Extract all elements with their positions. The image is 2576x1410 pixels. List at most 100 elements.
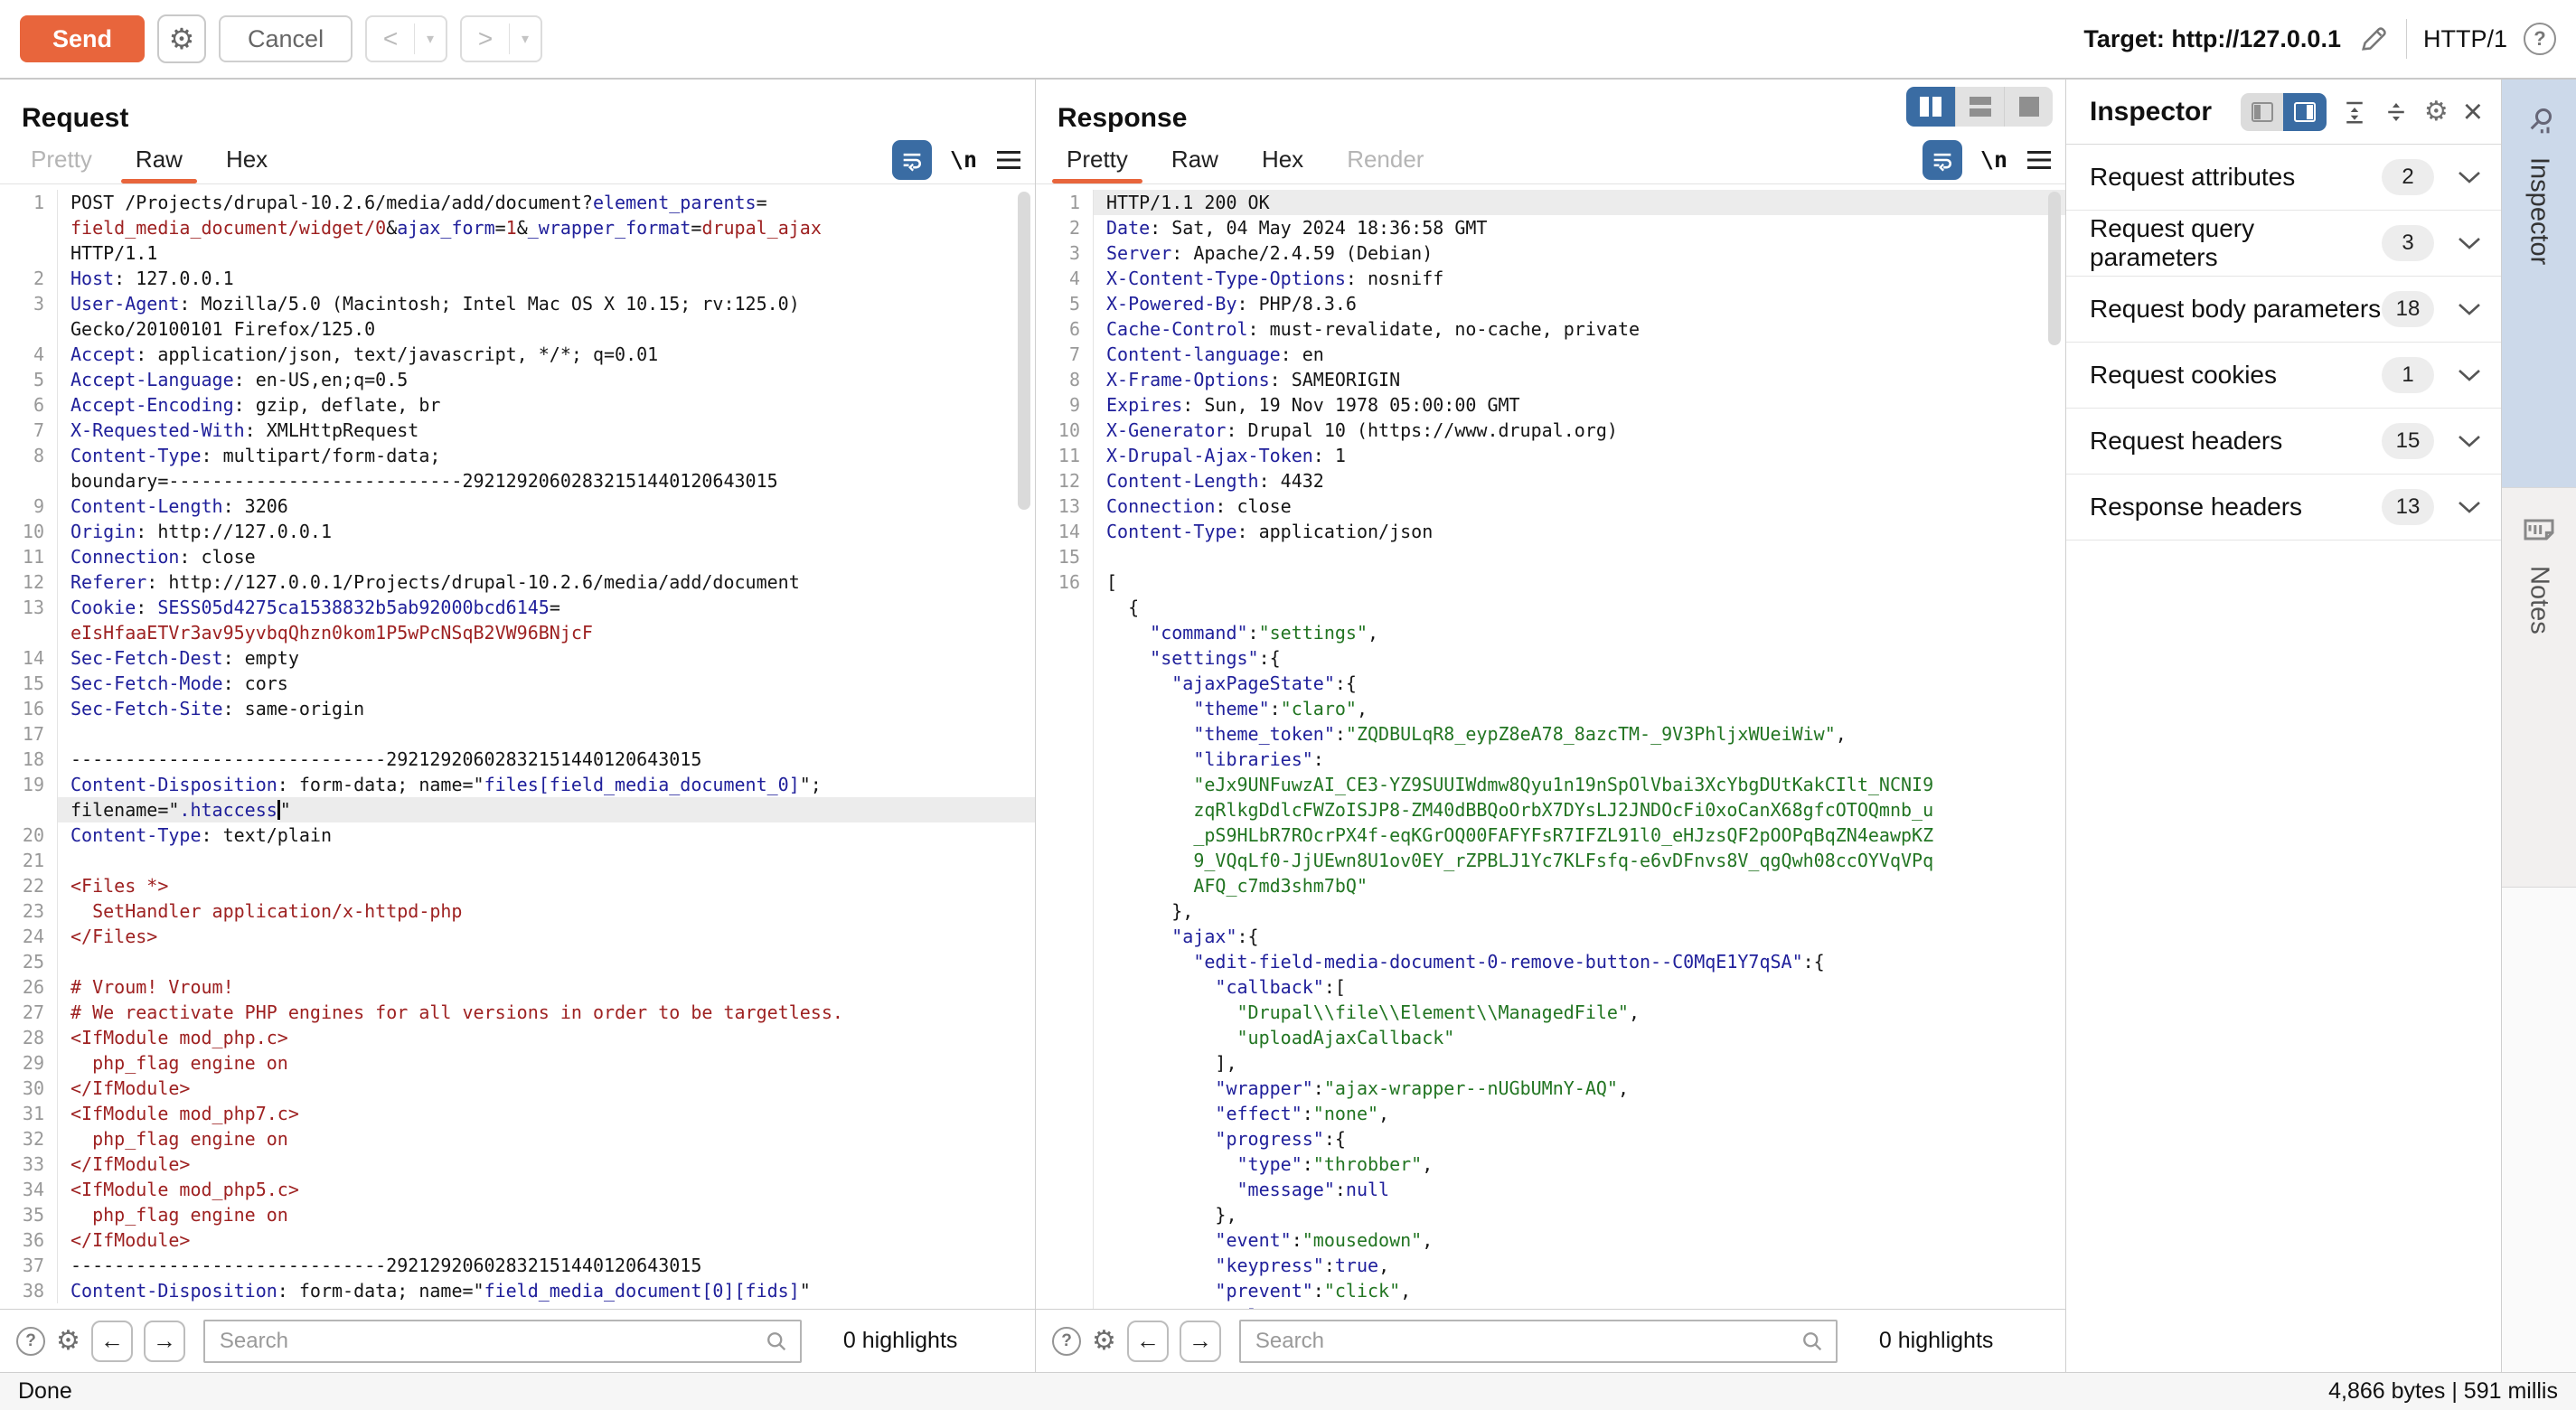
inspector-close-icon[interactable]: × xyxy=(2463,95,2483,129)
inspector-section-request-cookies[interactable]: Request cookies1 xyxy=(2066,343,2501,409)
collapse-all-icon[interactable] xyxy=(2383,99,2410,126)
dock-left-button[interactable] xyxy=(2241,93,2283,131)
code-line[interactable]: 4X-Content-Type-Options: nosniff xyxy=(1036,266,2065,291)
request-editor[interactable]: 1POST /Projects/drupal-10.2.6/media/add/… xyxy=(0,184,1035,1309)
editor-menu-button[interactable] xyxy=(995,148,1022,172)
code-line[interactable]: 36</IfModule> xyxy=(0,1227,1035,1253)
code-line[interactable]: 9Expires: Sun, 19 Nov 1978 05:00:00 GMT xyxy=(1036,392,2065,418)
code-line[interactable]: 10Origin: http://127.0.0.1 xyxy=(0,519,1035,544)
code-line[interactable]: 29 php_flag engine on xyxy=(0,1050,1035,1076)
code-line[interactable]: 15 xyxy=(1036,544,2065,569)
code-line[interactable]: 7Content-language: en xyxy=(1036,342,2065,367)
search-help-icon[interactable]: ? xyxy=(1052,1327,1081,1356)
code-line[interactable]: 9_VQqLf0-JjUEwn8U1ov0EY_rZPBLJ1Yc7KLFsfq… xyxy=(1036,848,2065,873)
code-line[interactable]: "theme":"claro", xyxy=(1036,696,2065,721)
code-line[interactable]: 14Sec-Fetch-Dest: empty xyxy=(0,645,1035,671)
code-line[interactable]: 38Content-Disposition: form-data; name="… xyxy=(0,1278,1035,1303)
code-line[interactable]: 6Cache-Control: must-revalidate, no-cach… xyxy=(1036,316,2065,342)
code-line[interactable]: "command":"settings", xyxy=(1036,620,2065,645)
code-line[interactable]: 5Accept-Language: en-US,en;q=0.5 xyxy=(0,367,1035,392)
response-search-input[interactable] xyxy=(1239,1320,1838,1363)
response-tab-raw[interactable]: Raw xyxy=(1150,136,1240,183)
help-icon[interactable]: ? xyxy=(2524,23,2556,55)
code-line[interactable]: 24</Files> xyxy=(0,924,1035,949)
code-line[interactable]: 27# We reactivate PHP engines for all ve… xyxy=(0,1000,1035,1025)
response-editor[interactable]: 1HTTP/1.1 200 OK2Date: Sat, 04 May 2024 … xyxy=(1036,184,2065,1309)
code-line[interactable]: "libraries": xyxy=(1036,747,2065,772)
code-line[interactable]: 11X-Drupal-Ajax-Token: 1 xyxy=(1036,443,2065,468)
code-line[interactable]: "url" xyxy=(1036,1303,2065,1309)
dropdown-caret-icon[interactable]: ▾ xyxy=(415,30,446,48)
code-line[interactable]: eIsHfaaETVr3av95yvbqQhzn0kom1P5wPcNSqB2V… xyxy=(0,620,1035,645)
send-settings-gear-button[interactable]: ⚙ xyxy=(157,14,206,63)
code-line[interactable]: 19Content-Disposition: form-data; name="… xyxy=(0,772,1035,797)
code-line[interactable]: 32 php_flag engine on xyxy=(0,1126,1035,1152)
response-tab-hex[interactable]: Hex xyxy=(1240,136,1325,183)
code-line[interactable]: 12Referer: http://127.0.0.1/Projects/dru… xyxy=(0,569,1035,595)
code-line[interactable]: 13Connection: close xyxy=(1036,494,2065,519)
code-line[interactable]: 14Content-Type: application/json xyxy=(1036,519,2065,544)
code-line[interactable]: "effect":"none", xyxy=(1036,1101,2065,1126)
code-line[interactable]: zqRlkgDdlcFWZoISJP8-ZM40dBBQoOrbX7DYsLJ2… xyxy=(1036,797,2065,822)
search-next-button[interactable]: → xyxy=(144,1321,185,1362)
inspector-section-request-query-parameters[interactable]: Request query parameters3 xyxy=(2066,211,2501,277)
code-line[interactable]: 3Server: Apache/2.4.59 (Debian) xyxy=(1036,240,2065,266)
code-line[interactable]: "ajax":{ xyxy=(1036,924,2065,949)
word-wrap-toggle-button[interactable] xyxy=(892,140,932,180)
code-line[interactable]: 3User-Agent: Mozilla/5.0 (Macintosh; Int… xyxy=(0,291,1035,316)
code-line[interactable]: 31<IfModule mod_php7.c> xyxy=(0,1101,1035,1126)
code-line[interactable]: 22<Files *> xyxy=(0,873,1035,898)
code-line[interactable]: 20Content-Type: text/plain xyxy=(0,822,1035,848)
request-tab-hex[interactable]: Hex xyxy=(204,136,289,183)
code-line[interactable]: ], xyxy=(1036,1050,2065,1076)
code-line[interactable]: 26# Vroum! Vroum! xyxy=(0,974,1035,1000)
code-line[interactable]: "type":"throbber", xyxy=(1036,1152,2065,1177)
code-line[interactable]: { xyxy=(1036,595,2065,620)
show-newlines-toggle[interactable]: \n xyxy=(1980,146,2007,173)
code-line[interactable]: "Drupal\\file\\Element\\ManagedFile", xyxy=(1036,1000,2065,1025)
layout-single-button[interactable] xyxy=(2004,87,2053,127)
code-line[interactable]: 15Sec-Fetch-Mode: cors xyxy=(0,671,1035,696)
show-newlines-toggle[interactable]: \n xyxy=(950,146,977,173)
search-next-button[interactable]: → xyxy=(1180,1321,1221,1362)
code-line[interactable]: "ajaxPageState":{ xyxy=(1036,671,2065,696)
code-line[interactable]: 2Date: Sat, 04 May 2024 18:36:58 GMT xyxy=(1036,215,2065,240)
code-line[interactable]: field_media_document/widget/0&ajax_form=… xyxy=(0,215,1035,240)
code-line[interactable]: }, xyxy=(1036,1202,2065,1227)
code-line[interactable]: "eJx9UNFuwzAI_CE3-YZ9SUUIWdmw8Qyu1n19nSp… xyxy=(1036,772,2065,797)
side-tab-notes[interactable]: Notes xyxy=(2502,488,2576,888)
code-line[interactable]: "wrapper":"ajax-wrapper--nUGbUMnY-AQ", xyxy=(1036,1076,2065,1101)
code-line[interactable]: 1POST /Projects/drupal-10.2.6/media/add/… xyxy=(0,190,1035,215)
code-line[interactable]: "callback":[ xyxy=(1036,974,2065,1000)
editor-menu-button[interactable] xyxy=(2026,148,2053,172)
request-search-input[interactable] xyxy=(203,1320,802,1363)
code-line[interactable]: 8Content-Type: multipart/form-data; xyxy=(0,443,1035,468)
code-line[interactable]: 34<IfModule mod_php5.c> xyxy=(0,1177,1035,1202)
code-line[interactable]: boundary=---------------------------2921… xyxy=(0,468,1035,494)
code-line[interactable]: 9Content-Length: 3206 xyxy=(0,494,1035,519)
code-line[interactable]: "event":"mousedown", xyxy=(1036,1227,2065,1253)
search-previous-button[interactable]: ← xyxy=(1127,1321,1169,1362)
code-line[interactable]: "theme_token":"ZQDBULqR8_eypZ8eA78_8azcT… xyxy=(1036,721,2065,747)
inspector-section-response-headers[interactable]: Response headers13 xyxy=(2066,475,2501,540)
code-line[interactable]: 37-----------------------------292129206… xyxy=(0,1253,1035,1278)
code-line[interactable]: AFQ_c7md3shm7bQ" xyxy=(1036,873,2065,898)
code-line[interactable]: 1HTTP/1.1 200 OK xyxy=(1036,190,2065,215)
layout-columns-button[interactable] xyxy=(1906,87,1955,127)
cancel-button[interactable]: Cancel xyxy=(219,15,353,62)
forward-history-button[interactable]: > ▾ xyxy=(460,15,542,62)
code-line[interactable]: "keypress":true, xyxy=(1036,1253,2065,1278)
code-line[interactable]: 12Content-Length: 4432 xyxy=(1036,468,2065,494)
response-tab-pretty[interactable]: Pretty xyxy=(1045,136,1150,183)
code-line[interactable]: "uploadAjaxCallback" xyxy=(1036,1025,2065,1050)
code-line[interactable]: 30</IfModule> xyxy=(0,1076,1035,1101)
code-line[interactable]: 4Accept: application/json, text/javascri… xyxy=(0,342,1035,367)
code-line[interactable]: 10X-Generator: Drupal 10 (https://www.dr… xyxy=(1036,418,2065,443)
inspector-settings-gear-icon[interactable]: ⚙ xyxy=(2424,96,2449,127)
edit-target-pencil-icon[interactable] xyxy=(2357,23,2390,55)
code-line[interactable]: 23 SetHandler application/x-httpd-php xyxy=(0,898,1035,924)
request-tab-pretty[interactable]: Pretty xyxy=(9,136,114,183)
response-scrollbar[interactable] xyxy=(2048,192,2061,345)
code-line[interactable]: 13Cookie: SESS05d4275ca1538832b5ab92000b… xyxy=(0,595,1035,620)
code-line[interactable]: 16[ xyxy=(1036,569,2065,595)
